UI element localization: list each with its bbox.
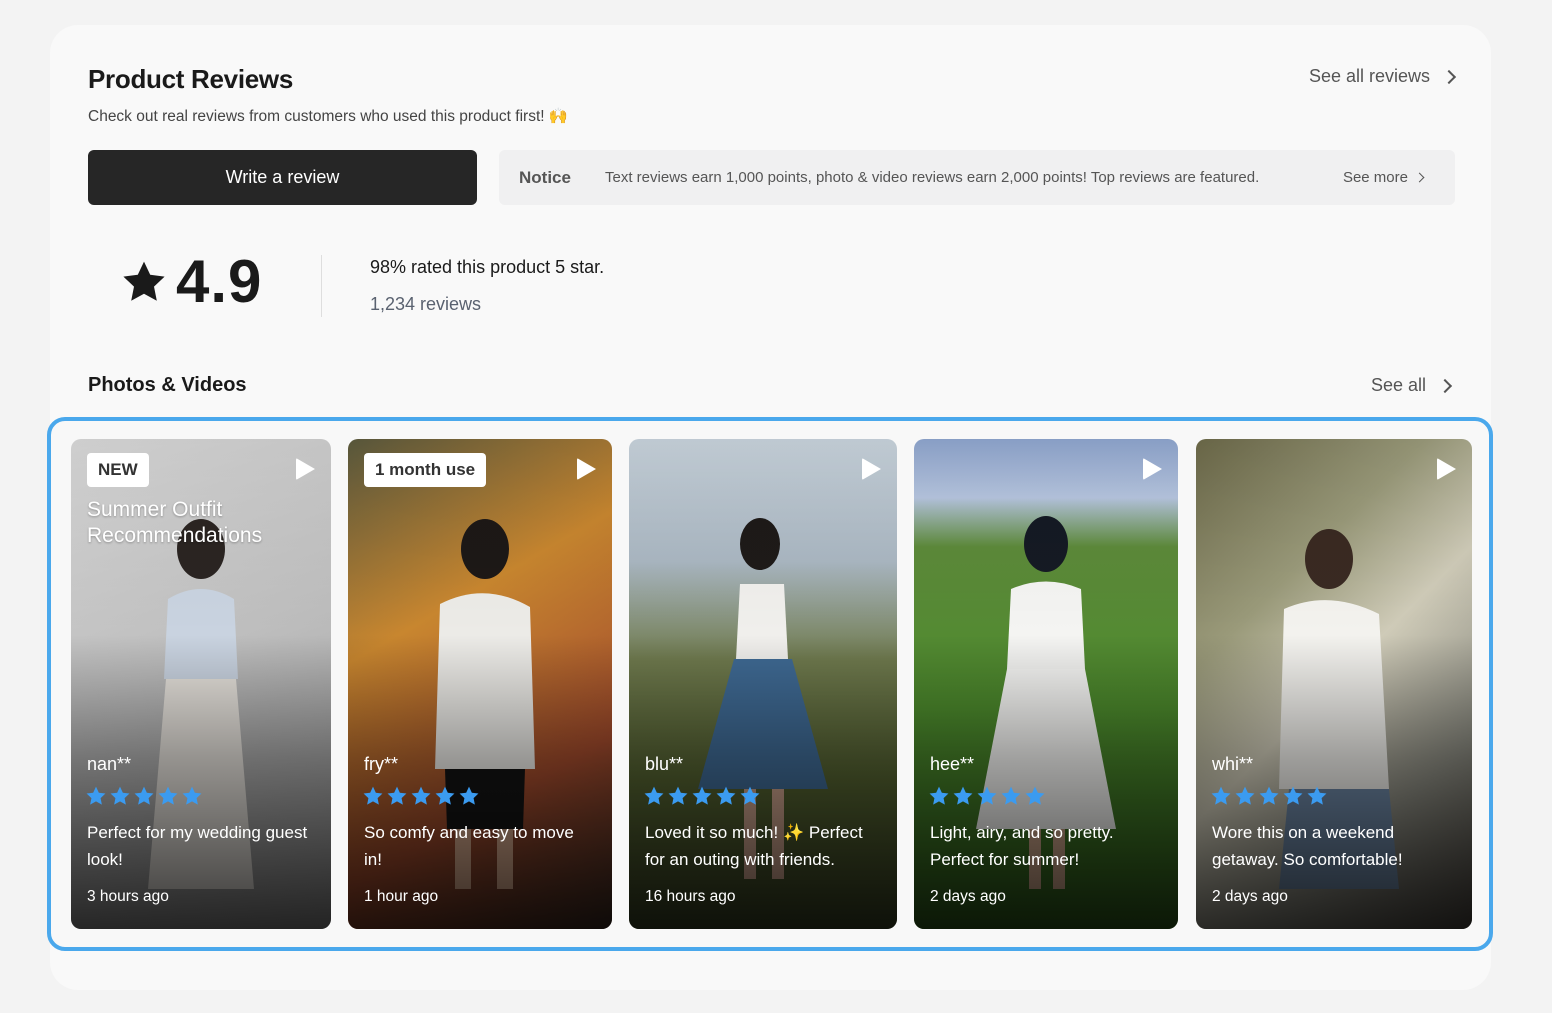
page-title: Product Reviews <box>88 64 294 94</box>
card-timestamp: 1 hour ago <box>364 888 439 905</box>
star-icon <box>387 786 407 805</box>
star-icon <box>86 786 106 805</box>
star-icon <box>1235 786 1255 805</box>
card-comment: Light, airy, and so pretty. Perfect for … <box>930 823 1114 869</box>
see-all-reviews-label: See all reviews <box>1308 66 1430 86</box>
card-star-rating <box>1210 785 1328 807</box>
write-review-button[interactable]: Write a review <box>88 150 477 205</box>
card-timestamp: 3 hours ago <box>87 888 169 905</box>
video-review-carousel: NEW Summer Outfit Recommendations nan** … <box>47 417 1493 951</box>
card-username: hee** <box>930 754 975 774</box>
card-overlay-title: Summer Outfit Recommendations <box>87 498 263 547</box>
star-icon <box>110 786 130 805</box>
star-icon <box>1211 786 1231 805</box>
card-timestamp: 2 days ago <box>930 888 1006 905</box>
card-star-rating <box>928 785 1046 807</box>
star-icon <box>123 261 165 301</box>
review-card[interactable]: hee** Light, airy, and so pretty. Perfec… <box>914 439 1178 929</box>
play-icon[interactable] <box>1143 458 1162 480</box>
star-icon <box>1307 786 1327 805</box>
play-icon[interactable] <box>1437 458 1456 480</box>
card-username: nan** <box>87 754 132 774</box>
star-icon <box>929 786 949 805</box>
star-icon <box>459 786 479 805</box>
card-star-rating <box>85 785 203 807</box>
star-icon <box>134 786 154 805</box>
see-all-reviews-link[interactable]: See all reviews <box>1308 66 1457 87</box>
star-icon <box>977 786 997 805</box>
card-comment: So comfy and easy to move in! <box>364 823 574 869</box>
card-comment: Wore this on a weekend getaway. So comfo… <box>1212 823 1403 869</box>
chevron-right-icon <box>1437 378 1453 393</box>
card-timestamp: 16 hours ago <box>645 888 736 905</box>
star-icon <box>1259 786 1279 805</box>
play-icon[interactable] <box>577 458 596 480</box>
card-star-rating <box>362 785 480 807</box>
card-badge: NEW <box>87 453 149 487</box>
card-star-rating <box>643 785 761 807</box>
photos-videos-title: Photos & Videos <box>88 374 247 396</box>
star-icon <box>740 786 760 805</box>
star-icon <box>668 786 688 805</box>
star-icon <box>1283 786 1303 805</box>
star-icon <box>1025 786 1045 805</box>
review-card[interactable]: blu** Loved it so much! ✨ Perfect for an… <box>629 439 897 929</box>
star-icon <box>363 786 383 805</box>
rated-percentage-text: 98% rated this product 5 star. <box>370 257 605 277</box>
star-icon <box>182 786 202 805</box>
page-subtitle: Check out real reviews from customers wh… <box>88 108 569 125</box>
notice-label: Notice <box>519 167 571 187</box>
rating-summary: 4.9 <box>120 252 262 312</box>
star-icon <box>1001 786 1021 805</box>
star-icon <box>692 786 712 805</box>
star-icon <box>716 786 736 805</box>
notice-see-more-label: See more <box>1342 169 1408 186</box>
photos-videos-see-all-label: See all <box>1370 375 1426 395</box>
review-card[interactable]: 1 month use fry** So comfy and easy to m… <box>348 439 612 929</box>
play-icon[interactable] <box>296 458 315 480</box>
star-icon <box>411 786 431 805</box>
star-icon <box>158 786 178 805</box>
card-comment: Loved it so much! ✨ Perfect for an outin… <box>645 823 863 869</box>
summary-divider <box>321 255 322 317</box>
star-icon <box>435 786 455 805</box>
notice-text: Text reviews earn 1,000 points, photo & … <box>605 169 1260 186</box>
notice-bar: Notice Text reviews earn 1,000 points, p… <box>499 150 1455 205</box>
play-icon[interactable] <box>862 458 881 480</box>
star-icon <box>644 786 664 805</box>
star-icon <box>953 786 973 805</box>
photos-videos-see-all-link[interactable]: See all <box>1370 375 1453 396</box>
card-username: whi** <box>1212 754 1254 774</box>
chevron-right-icon <box>1441 69 1457 84</box>
chevron-right-icon <box>1414 172 1425 183</box>
average-rating: 4.9 <box>176 248 263 315</box>
review-count: 1,234 reviews <box>370 294 482 314</box>
card-username: fry** <box>364 754 399 774</box>
card-badge: 1 month use <box>364 453 487 487</box>
review-card[interactable]: whi** Wore this on a weekend getaway. So… <box>1196 439 1472 929</box>
card-comment: Perfect for my wedding guest look! <box>87 823 308 869</box>
notice-see-more-link[interactable]: See more <box>1342 169 1425 186</box>
review-card[interactable]: NEW Summer Outfit Recommendations nan** … <box>71 439 331 929</box>
card-username: blu** <box>645 754 684 774</box>
card-timestamp: 2 days ago <box>1212 888 1288 905</box>
